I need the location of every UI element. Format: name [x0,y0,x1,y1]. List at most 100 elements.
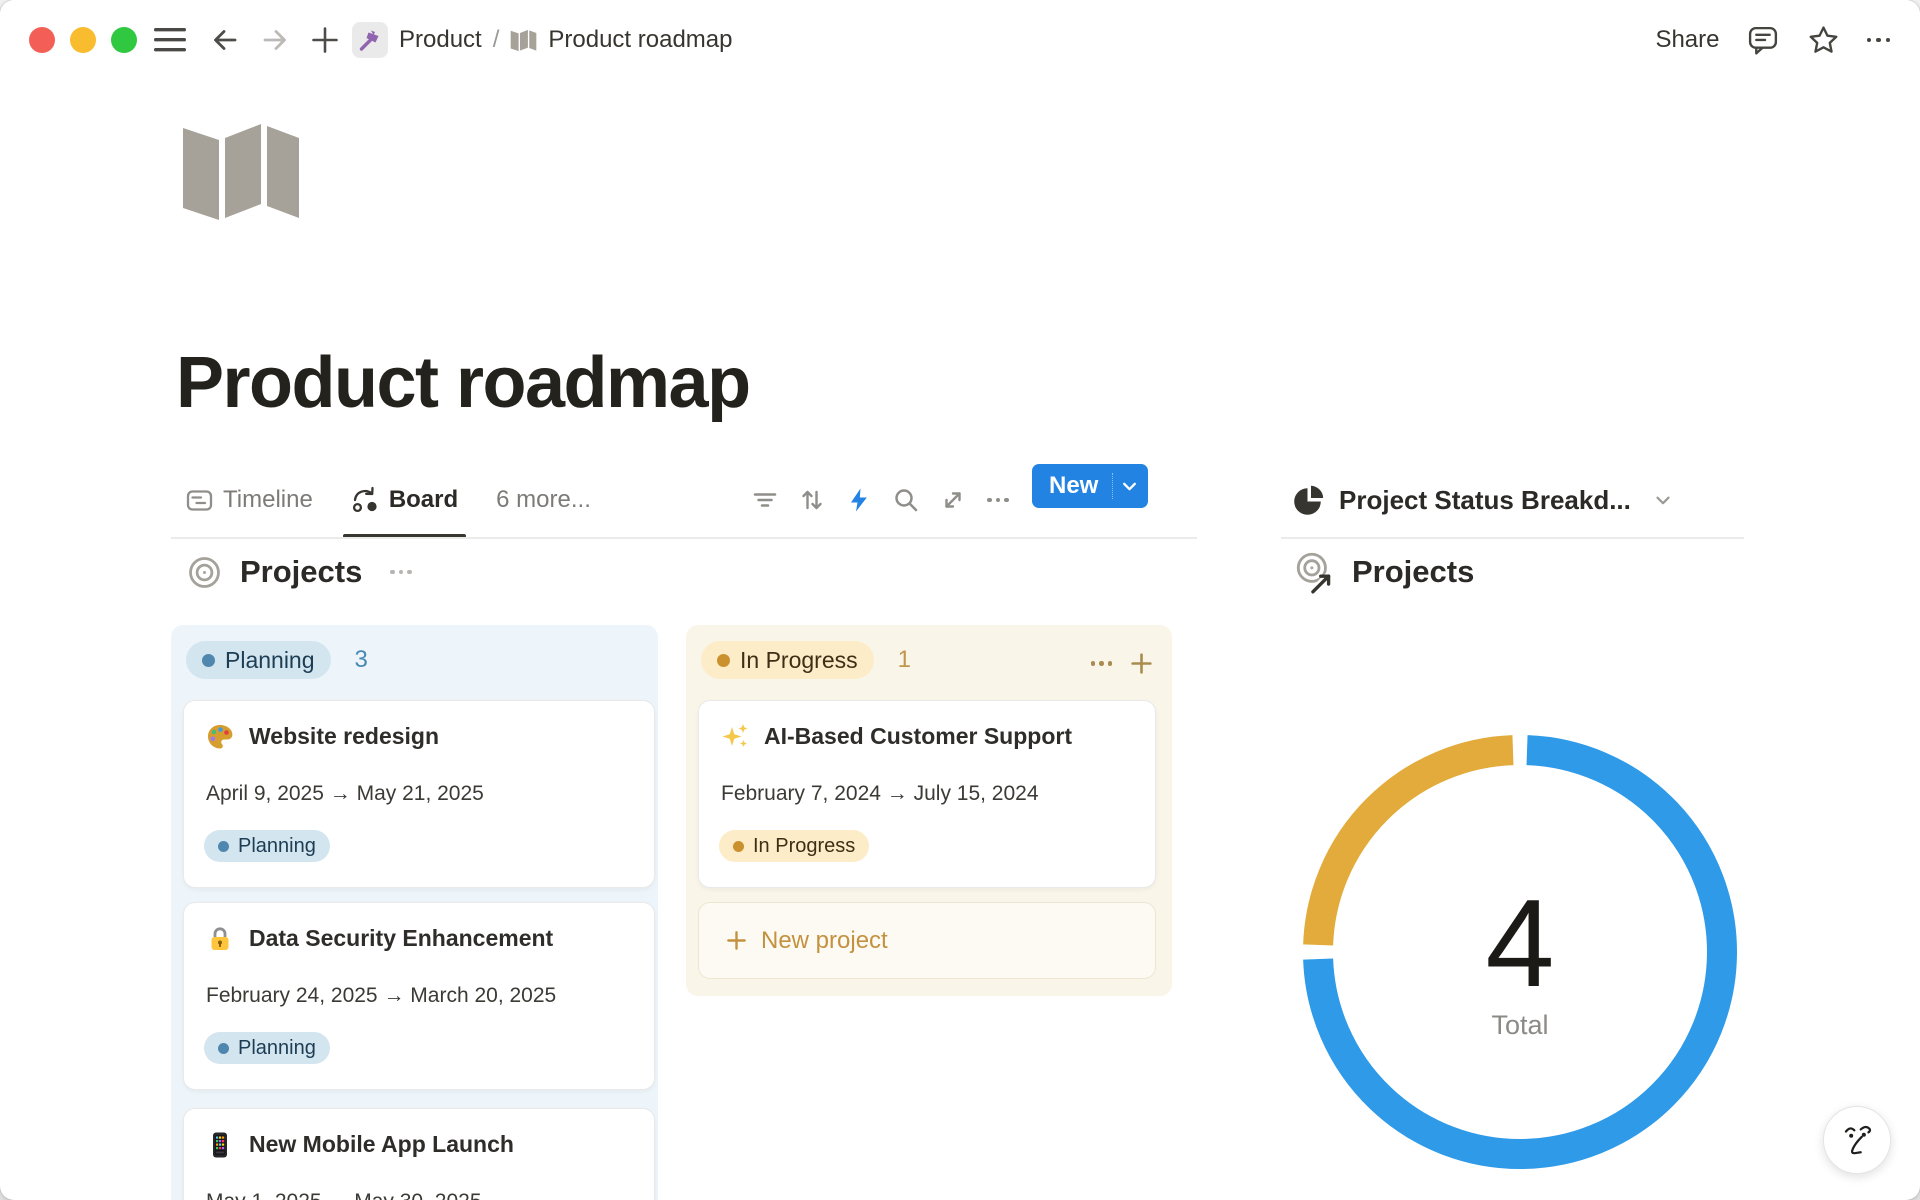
card-date-range: February 24, 2025 → March 20, 2025 [206,984,556,1008]
back-button[interactable] [210,25,241,55]
status-pill-planning: Planning [186,641,331,679]
chart-section-header: Projects [1292,546,1474,598]
lock-icon [205,924,235,954]
card-status-tag: Planning [204,830,330,862]
mobile-icon [205,1130,235,1160]
new-button-dropdown[interactable] [1113,478,1148,495]
breadcrumb-item-product[interactable]: Product [399,26,482,54]
timeline-icon [186,487,213,514]
column-options-button[interactable] [1091,661,1113,666]
card-date-range: April 9, 2025 → May 21, 2025 [206,782,484,806]
project-card-website-redesign[interactable]: Website redesign April 9, 2025 → May 21,… [183,700,655,888]
comments-button[interactable] [1747,24,1780,57]
sidebar-toggle-button[interactable] [154,27,187,53]
breadcrumb-item-product-roadmap[interactable]: Product roadmap [548,26,732,54]
card-date-range: May 1, 2025 → May 30, 2025 [206,1190,482,1200]
page-icon[interactable] [181,120,301,224]
card-status-tag: Planning [204,1032,330,1064]
comment-icon [1747,24,1780,57]
card-status-tag: In Progress [719,830,869,862]
chart-section-title: Projects [1352,554,1474,590]
breadcrumb-workspace-button[interactable] [352,22,388,58]
app-window: Product / Product roadmap Share [0,0,1920,1200]
share-button[interactable]: Share [1655,26,1719,54]
new-project-label: New project [761,927,888,955]
sort-icon [799,487,825,513]
tab-timeline[interactable]: Timeline [186,462,313,538]
new-button-group: New [1032,464,1148,508]
traffic-light-zoom[interactable] [111,27,137,53]
hamburger-icon [154,27,187,53]
view-toolbar [752,462,1009,538]
new-button[interactable]: New [1032,472,1112,500]
donut-total-value: 4 [1303,882,1737,1006]
project-card-mobile-app[interactable]: New Mobile App Launch May 1, 2025 → May … [183,1108,655,1200]
ai-assistant-button[interactable] [1823,1106,1891,1174]
widget-header-dropdown[interactable]: Project Status Breakd... [1294,462,1674,538]
automations-button[interactable] [846,487,872,513]
pie-chart-icon [1294,485,1324,515]
forward-button[interactable] [259,25,290,55]
chevron-down-icon [1121,478,1138,495]
more-views-button[interactable]: 6 more... [496,486,591,514]
tab-timeline-label: Timeline [223,486,313,514]
section-options-button[interactable] [390,570,412,575]
hammer-icon [358,28,382,52]
status-label: Planning [238,835,316,858]
status-dot [733,841,744,852]
new-project-button[interactable]: New project [698,902,1156,979]
filter-button[interactable] [752,487,778,513]
plus-icon [725,929,748,952]
favorite-button[interactable] [1807,24,1840,57]
back-arrow-icon [210,25,241,55]
status-dot [218,1043,229,1054]
status-label: In Progress [740,647,858,674]
more-options-button[interactable] [1867,38,1891,43]
tab-board[interactable]: Board [351,462,458,538]
view-more-options-button[interactable] [987,498,1009,503]
titlebar-actions: Share [1655,22,1890,58]
column-planning-header[interactable]: Planning 3 [186,641,368,679]
forward-arrow-icon [259,25,290,55]
status-label: Planning [225,647,315,674]
board-section-title: Projects [240,554,362,590]
filter-icon [752,487,778,513]
card-title: Data Security Enhancement [249,925,553,952]
page-title: Product roadmap [176,344,750,423]
breadcrumb: Product / Product roadmap [352,22,733,58]
palette-icon [205,722,235,752]
plus-icon [309,24,341,56]
new-tab-button[interactable] [309,24,341,56]
card-date-range: February 7, 2024 → July 15, 2024 [721,782,1039,806]
status-dot [202,654,215,667]
sort-button[interactable] [799,487,825,513]
search-button[interactable] [893,487,919,513]
column-count: 1 [898,646,911,674]
card-title: Website redesign [249,723,439,750]
ai-face-icon [1838,1121,1876,1159]
status-label: In Progress [753,835,855,858]
widget-title: Project Status Breakd... [1339,485,1631,516]
card-title: AI-Based Customer Support [764,723,1072,750]
status-dot [717,654,730,667]
project-card-data-security[interactable]: Data Security Enhancement February 24, 2… [183,902,655,1090]
expand-button[interactable] [940,487,966,513]
target-icon [186,554,223,591]
traffic-light-close[interactable] [29,27,55,53]
tab-board-label: Board [389,486,458,514]
chevron-down-icon [1652,489,1674,511]
sparkles-icon [720,722,750,752]
add-card-icon[interactable] [1129,651,1154,676]
board-icon [351,486,379,514]
board-section-header: Projects [186,548,412,596]
map-icon [181,120,301,224]
project-card-ai-support[interactable]: AI-Based Customer Support February 7, 20… [698,700,1156,888]
column-count: 3 [355,646,368,674]
column-inprogress-header[interactable]: In Progress 1 [701,641,911,679]
search-icon [893,487,919,513]
expand-icon [940,487,966,513]
status-dot [218,841,229,852]
column-controls [1091,651,1155,676]
map-icon [510,29,537,52]
traffic-light-minimize[interactable] [70,27,96,53]
